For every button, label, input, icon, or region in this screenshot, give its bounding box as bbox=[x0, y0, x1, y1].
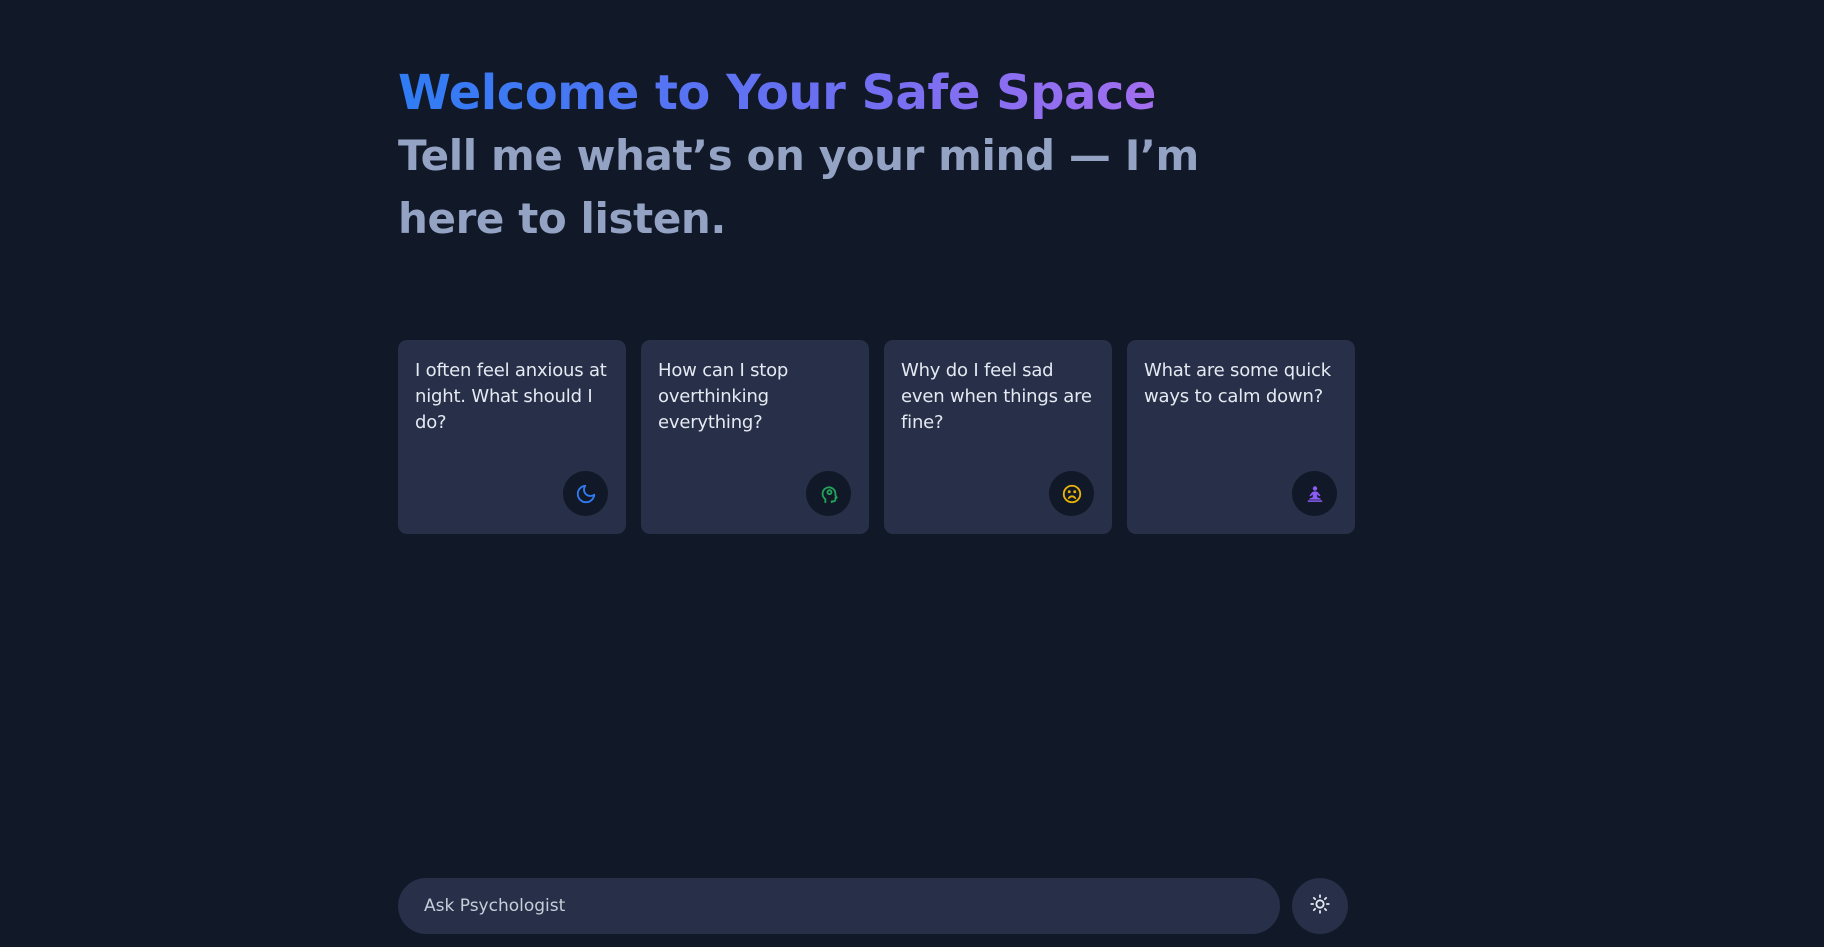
sad-face-icon bbox=[1049, 471, 1094, 516]
moon-icon bbox=[563, 471, 608, 516]
suggestion-card-text: How can I stop overthinking everything? bbox=[658, 360, 789, 433]
page-subtitle: Tell me what’s on your mind — I’m here t… bbox=[398, 131, 1199, 243]
suggestion-cards: I often feel anxious at night. What shou… bbox=[398, 340, 1355, 534]
suggestion-card-text: Why do I feel sad even when things are f… bbox=[901, 360, 1092, 433]
brain-head-icon bbox=[806, 471, 851, 516]
suggestion-card-anxious-night[interactable]: I often feel anxious at night. What shou… bbox=[398, 340, 626, 534]
chat-input-container bbox=[398, 878, 1280, 934]
suggestion-card-calm-down[interactable]: What are some quick ways to calm down? bbox=[1127, 340, 1355, 534]
suggestion-card-text: What are some quick ways to calm down? bbox=[1144, 360, 1331, 407]
suggestion-card-text: I often feel anxious at night. What shou… bbox=[415, 360, 607, 433]
page: Welcome to Your Safe Space Tell me what’… bbox=[0, 0, 1824, 947]
sun-icon bbox=[1309, 893, 1331, 919]
meditation-icon bbox=[1292, 471, 1337, 516]
theme-toggle-button[interactable] bbox=[1292, 878, 1348, 934]
chat-input[interactable] bbox=[422, 895, 1256, 917]
hero: Welcome to Your Safe Space Tell me what’… bbox=[398, 62, 1358, 250]
page-title: Welcome to Your Safe Space bbox=[398, 62, 1156, 124]
suggestion-card-sad[interactable]: Why do I feel sad even when things are f… bbox=[884, 340, 1112, 534]
suggestion-card-overthinking[interactable]: How can I stop overthinking everything? bbox=[641, 340, 869, 534]
